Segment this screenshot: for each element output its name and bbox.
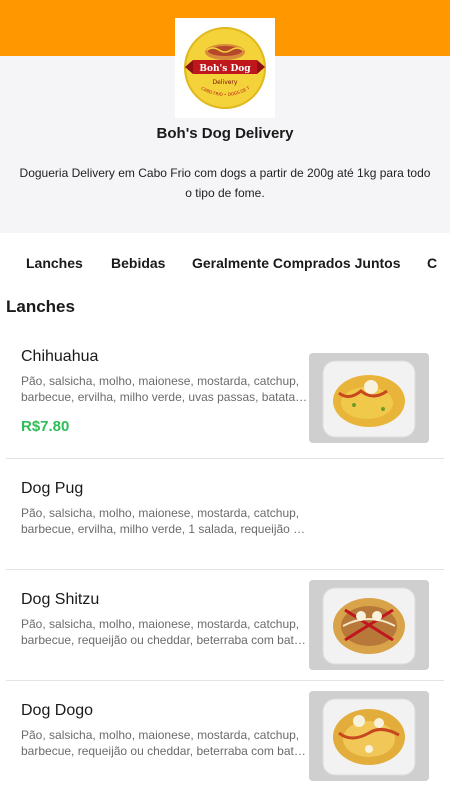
item-description: Pão, salsicha, molho, maionese, mostarda…: [21, 617, 311, 647]
menu-item-dog-shitzu[interactable]: Dog Shitzu Pão, salsicha, molho, maiones…: [6, 570, 444, 681]
hotdog-logo-icon: Boh's Dog Delivery CABO FRIO • DOGS DE T…: [179, 22, 266, 109]
item-name: Dog Pug: [21, 480, 84, 497]
store-logo: Boh's Dog Delivery CABO FRIO • DOGS DE T…: [175, 18, 275, 118]
item-description: Pão, salsicha, molho, maionese, mostarda…: [21, 728, 311, 758]
svg-text:Delivery: Delivery: [213, 79, 238, 86]
section-title: Lanches: [6, 297, 75, 316]
tab-bebidas[interactable]: Bebidas: [111, 255, 165, 271]
store-description: Dogueria Delivery em Cabo Frio com dogs …: [19, 166, 431, 200]
item-price: R$7.80: [21, 418, 70, 435]
menu-item-dog-dogo[interactable]: Dog Dogo Pão, salsicha, molho, maionese,…: [6, 681, 444, 787]
item-description: Pão, salsicha, molho, maionese, mostarda…: [21, 506, 307, 536]
item-name: Dog Shitzu: [21, 591, 100, 608]
svg-text:Boh's Dog: Boh's Dog: [199, 64, 251, 74]
menu-item-dog-pug[interactable]: Dog Pug Pão, salsicha, molho, maionese, …: [6, 459, 444, 570]
tab-geralmente-comprados-juntos[interactable]: Geralmente Comprados Juntos: [192, 255, 401, 271]
tab-more[interactable]: C: [427, 255, 437, 271]
item-photo: [309, 580, 429, 670]
menu-item-chihuahua[interactable]: Chihuahua Pão, salsicha, molho, maionese…: [6, 341, 444, 459]
item-name: Dog Dogo: [21, 702, 94, 719]
store-name: Boh's Dog Delivery: [156, 125, 294, 142]
category-tabs: Lanches Bebidas Geralmente Comprados Jun…: [0, 233, 450, 293]
item-name: Chihuahua: [21, 348, 99, 365]
item-description: Pão, salsicha, molho, maionese, mostarda…: [21, 374, 300, 404]
item-photo: [309, 691, 429, 781]
tab-lanches[interactable]: Lanches: [26, 255, 83, 271]
item-photo: [309, 353, 429, 443]
